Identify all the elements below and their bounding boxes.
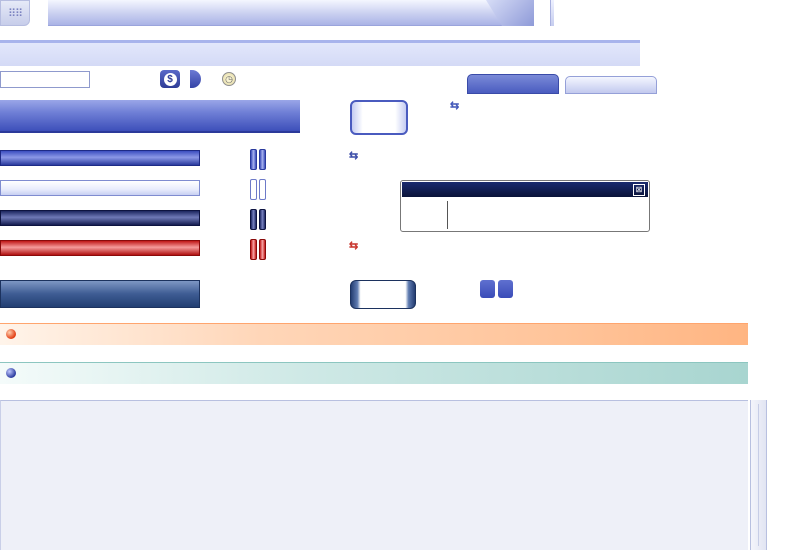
handle-left xyxy=(250,149,257,170)
status-strip-teal xyxy=(0,362,748,384)
dollar-button[interactable]: $ xyxy=(160,70,180,88)
swap-icon[interactable]: ⇆ xyxy=(450,100,463,112)
pause-handle-navy[interactable] xyxy=(250,209,266,230)
handle-right xyxy=(259,149,266,170)
bar-white[interactable] xyxy=(0,180,200,196)
swap-icon[interactable]: ⇆ xyxy=(349,150,362,162)
mini-window-titlebar: ⊠ xyxy=(402,182,648,197)
grid-menu-icon: ⠿⠿ xyxy=(7,7,23,20)
pause-handle-blue[interactable] xyxy=(250,149,266,170)
text-input[interactable] xyxy=(0,71,90,88)
bar-steel[interactable] xyxy=(0,280,200,308)
tab-inactive[interactable] xyxy=(565,76,657,94)
dollar-icon: $ xyxy=(163,72,177,86)
handle-right xyxy=(259,179,266,200)
status-dot-blue xyxy=(6,368,16,378)
swap-icon-red[interactable]: ⇆ xyxy=(349,240,362,252)
outline-button[interactable] xyxy=(350,100,408,135)
handle-left xyxy=(250,239,257,260)
small-button-pair[interactable] xyxy=(480,280,513,298)
small-button-left[interactable] xyxy=(480,280,495,298)
clock-icon[interactable]: ◷ xyxy=(222,72,236,86)
toolbar-strip xyxy=(0,40,640,66)
app-menu-button[interactable]: ⠿⠿ xyxy=(0,0,30,26)
title-bar-stub xyxy=(550,0,554,26)
pause-handle-red[interactable] xyxy=(250,239,266,260)
mini-window-divider xyxy=(447,201,448,229)
close-icon[interactable]: ⊠ xyxy=(633,184,645,196)
scrollbar-track xyxy=(758,404,759,546)
status-dot-orange xyxy=(6,329,16,339)
half-pill-button[interactable] xyxy=(190,70,201,88)
handle-right xyxy=(259,209,266,230)
tab-active[interactable] xyxy=(467,74,559,94)
handle-left xyxy=(250,179,257,200)
title-bar xyxy=(48,0,534,26)
pause-handle-white[interactable] xyxy=(250,179,266,200)
status-strip-orange xyxy=(0,323,748,345)
content-panel xyxy=(0,400,748,550)
mini-window: ⊠ xyxy=(400,180,650,232)
handle-right xyxy=(259,239,266,260)
bar-blue[interactable] xyxy=(0,150,200,166)
steel-button[interactable] xyxy=(350,280,416,309)
small-button-right[interactable] xyxy=(498,280,513,298)
bar-red[interactable] xyxy=(0,240,200,256)
handle-left xyxy=(250,209,257,230)
bar-navy[interactable] xyxy=(0,210,200,226)
vertical-scrollbar[interactable] xyxy=(750,400,767,550)
header-bar-blue[interactable] xyxy=(0,100,300,133)
